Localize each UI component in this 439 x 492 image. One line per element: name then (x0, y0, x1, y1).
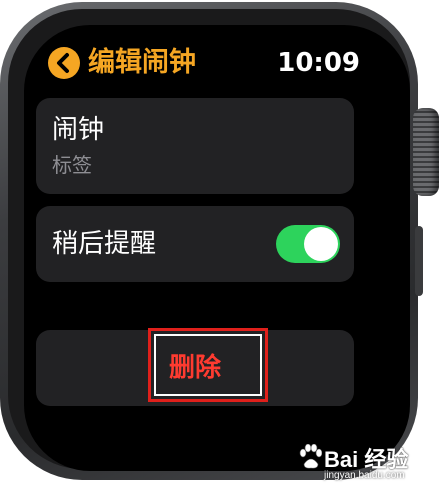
toggle-knob (304, 227, 338, 261)
paw-logo-icon (299, 444, 322, 469)
chevron-left-icon[interactable] (48, 47, 80, 79)
header: 编辑闹钟 10:09 (48, 44, 360, 84)
baidu-jingyan-watermark: Bai 经验 jingyan.baidu.com (298, 440, 436, 488)
page-title[interactable]: 编辑闹钟 (88, 44, 196, 82)
snooze-cell: 稍后提醒 (36, 206, 354, 282)
clock-time: 10:09 (277, 48, 360, 78)
page: 编辑闹钟 10:09 闹钟 标签 稍后提醒 删除 Bai 经验 jingyan.… (0, 0, 439, 492)
snooze-toggle[interactable] (276, 225, 340, 263)
alarm-cell-subtitle: 标签 (52, 153, 92, 177)
annotation-highlight-inner (154, 334, 262, 396)
annotation-highlight-box (148, 328, 268, 402)
alarm-cell-title: 闹钟 (52, 115, 105, 145)
snooze-label: 稍后提醒 (52, 229, 157, 259)
digital-crown[interactable] (413, 108, 439, 196)
side-button[interactable] (415, 226, 423, 296)
watermark-url: jingyan.baidu.com (324, 470, 405, 481)
alarm-label-cell[interactable]: 闹钟 标签 (36, 98, 354, 194)
